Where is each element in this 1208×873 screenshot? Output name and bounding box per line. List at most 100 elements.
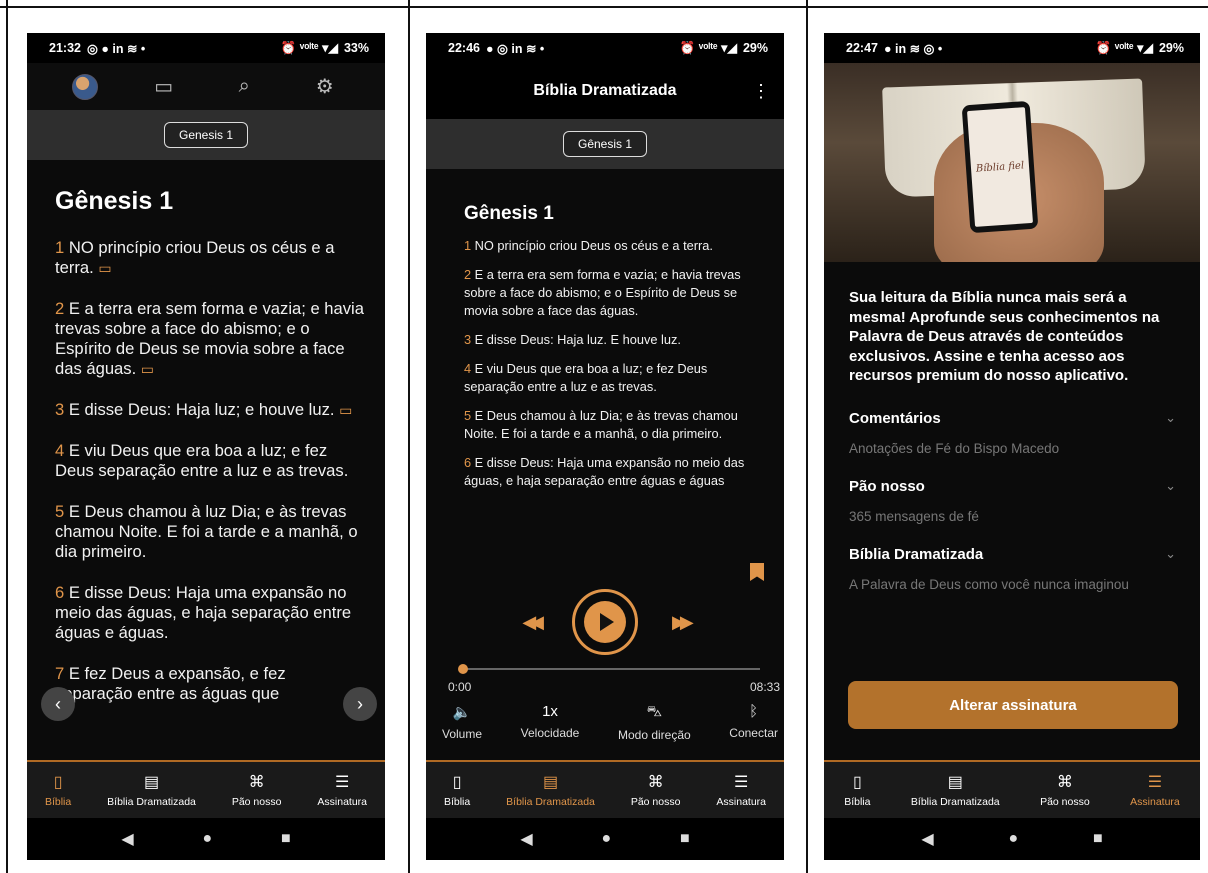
system-navigation: ◀ ● ■: [426, 818, 784, 860]
nav-item-biblia[interactable]: ▯ Bíblia: [444, 772, 470, 808]
verse[interactable]: 5 E Deus chamou à luz Dia; e às trevas c…: [464, 407, 760, 443]
progress-handle[interactable]: [458, 664, 468, 674]
praying-hands-icon: ⌘: [248, 774, 265, 791]
nav-item-assinatura[interactable]: ☰ Assinatura: [1130, 772, 1180, 808]
gear-icon[interactable]: ⚙: [310, 74, 340, 99]
nav-item-assinatura[interactable]: ☰ Assinatura: [317, 772, 367, 808]
verse-number: 3: [55, 400, 65, 419]
verse[interactable]: 1 NO princípio criou Deus os céus e a te…: [464, 237, 760, 255]
nav-item-biblia[interactable]: ▯ Bíblia: [45, 772, 71, 808]
praying-hands-icon: ⌘: [1056, 774, 1073, 791]
change-subscription-button[interactable]: Alterar assinatura: [848, 681, 1178, 729]
avatar[interactable]: [72, 73, 99, 100]
nav-item-pao-nosso[interactable]: ⌘ Pão nosso: [1040, 772, 1090, 808]
accordion-title: Bíblia Dramatizada: [849, 545, 984, 563]
verse[interactable]: 3 E disse Deus: Haja luz; e houve luz. ▭: [55, 400, 365, 420]
verse-text: E disse Deus: Haja luz. E houve luz.: [471, 332, 681, 347]
rewind-icon[interactable]: ◀◀: [522, 612, 544, 633]
nav-label: Bíblia Dramatizada: [107, 796, 196, 808]
verse[interactable]: 6 E disse Deus: Haja uma expansão no mei…: [55, 583, 365, 643]
chevron-down-icon[interactable]: ⌄: [1165, 478, 1176, 494]
verse-number: 4: [55, 441, 65, 460]
nav-item-pao-nosso[interactable]: ⌘ Pão nosso: [631, 772, 681, 808]
book-icon[interactable]: ▭: [149, 74, 179, 99]
verse[interactable]: 4 E viu Deus que era boa a luz; e fez De…: [464, 360, 760, 396]
verse[interactable]: 2 E a terra era sem forma e vazia; e hav…: [464, 266, 760, 320]
nav-item-assinatura[interactable]: ☰ Assinatura: [716, 772, 766, 808]
verse[interactable]: 6 E disse Deus: Haja uma expansão no mei…: [464, 454, 760, 490]
verse[interactable]: 7 E fez Deus a expansão, e fez separação…: [55, 664, 365, 704]
accordion-pao-nosso[interactable]: Pão nosso ⌄ 365 mensagens de fé: [849, 478, 1176, 524]
verse[interactable]: 4 E viu Deus que era boa a luz; e fez De…: [55, 441, 365, 481]
comment-icon[interactable]: ▭: [98, 260, 111, 276]
audio-book-icon: ▤: [542, 774, 559, 791]
nav-item-biblia-dramatizada[interactable]: ▤ Bíblia Dramatizada: [107, 772, 196, 808]
verse-number: 7: [55, 664, 65, 683]
driving-mode-option[interactable]: ⛍ Modo direção: [618, 703, 691, 742]
chevron-down-icon[interactable]: ⌄: [1165, 546, 1176, 562]
list-icon: ☰: [335, 774, 350, 791]
verse[interactable]: 3 E disse Deus: Haja luz. E houve luz.: [464, 331, 760, 349]
speaker-icon: 🔈: [452, 704, 472, 721]
previous-chapter-button[interactable]: ‹: [41, 687, 75, 721]
chapter-selector[interactable]: Genesis 1: [163, 122, 249, 148]
reader-content[interactable]: Gênesis 1 1 NO princípio criou Deus os c…: [426, 169, 784, 504]
bookmark-icon[interactable]: [750, 563, 764, 581]
praying-hands-icon: ⌘: [647, 774, 664, 791]
progress-slider[interactable]: [458, 664, 760, 674]
frame-divider: [6, 0, 8, 873]
speed-value: 1x: [542, 703, 558, 720]
frame-top-line: [0, 6, 1208, 8]
verse[interactable]: 1 NO princípio criou Deus os céus e a te…: [55, 238, 365, 278]
accordion-comentarios[interactable]: Comentários ⌄ Anotações de Fé do Bispo Ma…: [849, 410, 1176, 456]
nav-label: Bíblia: [844, 796, 871, 808]
back-icon[interactable]: ◀: [121, 829, 133, 849]
speed-option[interactable]: 1x Velocidade: [521, 703, 580, 742]
battery-level: 29%: [1158, 41, 1184, 55]
nav-item-biblia-dramatizada[interactable]: ▤ Bíblia Dramatizada: [911, 772, 1000, 808]
recents-icon[interactable]: ■: [281, 830, 291, 848]
reader-content[interactable]: Gênesis 1 1 NO princípio criou Deus os c…: [27, 187, 385, 704]
bottom-navigation: ▯ Bíblia ▤ Bíblia Dramatizada ⌘ Pão nosso ☰…: [27, 760, 385, 818]
nav-label: Bíblia Dramatizada: [910, 796, 1000, 808]
verse[interactable]: 2 E a terra era sem forma e vazia; e hav…: [55, 299, 365, 379]
nav-label: Pão nosso: [231, 796, 282, 808]
search-icon[interactable]: ⌕: [229, 75, 259, 98]
audio-player-controls: ◀◀ ▶▶: [426, 589, 784, 655]
system-icons: ⏰ ᵛᵒˡᵗᵉ ▾◢: [679, 41, 737, 55]
subscription-content: Sua leitura da Bíblia nunca mais será a …: [824, 288, 1200, 592]
chevron-down-icon[interactable]: ⌄: [1165, 410, 1176, 426]
nav-label: Pão nosso: [630, 796, 681, 808]
recents-icon[interactable]: ■: [680, 830, 690, 848]
forward-icon[interactable]: ▶▶: [672, 612, 694, 633]
accordion-biblia-dramatizada[interactable]: Bíblia Dramatizada ⌄ A Palavra de Deus co…: [849, 546, 1176, 592]
next-chapter-button[interactable]: ›: [343, 687, 377, 721]
bottom-navigation: ▯ Bíblia ▤ Bíblia Dramatizada ⌘ Pão nosso ☰…: [824, 760, 1200, 818]
connect-option[interactable]: ᛒ Conectar: [729, 703, 778, 742]
list-icon: ☰: [1147, 774, 1163, 791]
verse[interactable]: 5 E Deus chamou à luz Dia; e às trevas c…: [55, 502, 365, 562]
status-bar: 21:32 ◎ ● in ≋ • ⏰ ᵛᵒˡᵗᵉ ▾◢ 33%: [27, 33, 385, 63]
verse-text: E fez Deus a expansão, e fez separação e…: [55, 664, 286, 703]
verse-number: 1: [55, 238, 65, 257]
back-icon[interactable]: ◀: [921, 829, 933, 849]
volume-option[interactable]: 🔈 Volume: [442, 703, 482, 742]
nav-item-biblia[interactable]: ▯ Bíblia: [844, 772, 870, 808]
play-button[interactable]: [572, 589, 638, 655]
hero-logo-text: Bíblia fiel: [975, 159, 1025, 175]
home-icon[interactable]: ●: [601, 830, 611, 848]
nav-item-biblia-dramatizada[interactable]: ▤ Bíblia Dramatizada: [506, 772, 595, 808]
frame-divider: [408, 0, 410, 873]
back-icon[interactable]: ◀: [520, 829, 532, 849]
home-icon[interactable]: ●: [1008, 830, 1018, 848]
nav-item-pao-nosso[interactable]: ⌘ Pão nosso: [232, 772, 282, 808]
comment-icon[interactable]: ▭: [141, 361, 154, 377]
recents-icon[interactable]: ■: [1093, 830, 1103, 848]
chevron-left-icon: ‹: [55, 693, 61, 714]
hero-image: Bíblia fiel: [824, 63, 1200, 262]
home-icon[interactable]: ●: [202, 830, 212, 848]
option-label: Velocidade: [520, 726, 580, 740]
chapter-selector[interactable]: Gênesis 1: [562, 131, 648, 157]
comment-icon[interactable]: ▭: [339, 402, 352, 418]
more-options-icon[interactable]: ⋮: [752, 81, 770, 102]
